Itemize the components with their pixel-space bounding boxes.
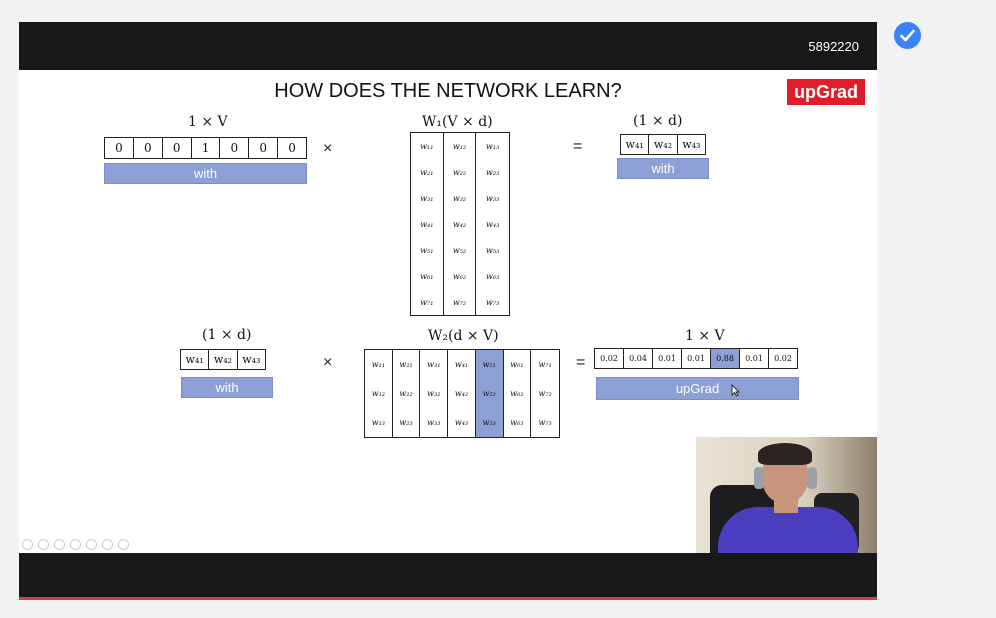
matrix-W2: w₁₁ w₂₁ w₃₁ w₄₁ w₅₁ w₆₁ w₇₁ w₁₂ w₂₂ w₃₂ w₄₂ w₅₂ w₆₂ w… [364, 349, 560, 438]
prob-cell: 0.04 [624, 349, 653, 368]
equals-symbol-top: = [573, 138, 583, 155]
more-icon[interactable] [118, 539, 129, 550]
softmax-output-vector: 0.02 0.04 0.01 0.01 0.88 0.01 0.02 [594, 348, 798, 369]
label-1xd-top: (1 × d) [633, 113, 683, 129]
matrix-cell: w₃₂ [444, 185, 477, 211]
times-symbol-bottom: × [323, 354, 333, 371]
matrix-cell: w₆₁ [411, 263, 444, 289]
matrix-cell: w₄₁ [411, 211, 444, 237]
prob-cell: 0.01 [653, 349, 682, 368]
hidden-cell: w₄₁ [181, 350, 210, 369]
matrix-cell: w₅₁ [475, 350, 504, 379]
matrix-cell: w₅₂ [475, 379, 504, 408]
checkmark-icon[interactable] [894, 22, 921, 49]
matrix-cell: w₃₁ [411, 185, 444, 211]
label-W2: W₂(d × V) [428, 328, 499, 344]
label-1xV-top: 1 × V [188, 114, 228, 130]
matrix-cell: w₂₂ [393, 379, 421, 408]
upgrad-logo: upGrad [787, 79, 865, 105]
matrix-cell: w₂₁ [393, 350, 421, 379]
matrix-cell: w₇₁ [538, 360, 552, 369]
label-W1: W₁(V × d) [422, 114, 493, 130]
matrix-cell: w₂₃ [486, 167, 500, 177]
matrix-cell: w₂₂ [444, 159, 477, 185]
matrix-cell: w₆₂ [444, 263, 477, 289]
matrix-cell: w₄₂ [448, 379, 476, 408]
onehot-cell: 0 [249, 138, 279, 158]
onehot-cell: 0 [105, 138, 134, 158]
mouse-cursor-icon [731, 384, 740, 397]
matrix-cell: w₁₂ [365, 379, 393, 408]
session-id: 5892220 [808, 39, 859, 54]
label-1xV-bottom: 1 × V [685, 328, 725, 344]
matrix-cell: w₅₃ [475, 408, 504, 437]
word-bar-top-right: with [617, 158, 709, 179]
onehot-cell: 0 [288, 141, 296, 155]
matrix-W1: w₁₁ w₁₂ w₁₃ w₂₁ w₂₂ w₂₃ w₃₁ w₃₂ w₃₃ w₄₁ w₄₂ w₄₃ w₅₁ w… [410, 132, 510, 316]
matrix-cell: w₃₃ [420, 408, 449, 437]
hidden-cell: w₄₃ [682, 138, 701, 151]
hidden-vector-top: w₄₁ w₄₂ w₄₃ [620, 134, 706, 155]
pen-icon[interactable] [54, 539, 65, 550]
word-bar-top-left: with [104, 163, 307, 184]
prob-cell: 0.02 [774, 354, 792, 363]
matrix-cell: w₄₂ [444, 211, 477, 237]
onehot-cell: 0 [220, 138, 250, 158]
matrix-cell: w₅₃ [486, 245, 500, 255]
times-symbol-top: × [323, 140, 333, 157]
word-bar-bottom-right: upGrad [596, 377, 799, 400]
onehot-cell: 0 [134, 138, 163, 158]
matrix-cell: w₃₃ [486, 193, 500, 203]
word-bar-bottom-left: with [181, 377, 273, 398]
prob-cell: 0.88 [711, 349, 740, 368]
prob-cell: 0.02 [595, 349, 624, 368]
matrix-cell: w₁₁ [411, 133, 444, 159]
hidden-vector-bottom: w₄₁ w₄₂ w₄₃ [180, 349, 266, 370]
player-top-bar: 5892220 [19, 22, 877, 70]
slides-icon[interactable] [102, 539, 113, 550]
matrix-cell: w₅₂ [444, 237, 477, 263]
hidden-cell: w₄₂ [649, 135, 678, 154]
player-bottom-bar [19, 553, 877, 597]
onehot-cell: 0 [163, 138, 192, 158]
matrix-cell: w₁₂ [444, 133, 477, 159]
matrix-cell: w₇₃ [538, 418, 552, 427]
slide-title: HOW DOES THE NETWORK LEARN? [274, 80, 622, 102]
hidden-cell: w₄₂ [209, 350, 238, 369]
playback-progress-bar[interactable] [19, 597, 877, 600]
presenter-webcam [696, 437, 877, 553]
equals-symbol-bottom: = [576, 354, 586, 371]
matrix-cell: w₄₃ [486, 219, 500, 229]
hidden-cell: w₄₃ [242, 353, 261, 366]
matrix-cell: w₃₁ [420, 350, 449, 379]
video-player[interactable]: 5892220 HOW DOES THE NETWORK LEARN? upGr… [19, 22, 877, 600]
prev-slide-icon[interactable] [22, 539, 33, 550]
matrix-cell: w₇₂ [444, 289, 477, 315]
label-1xd-bottom: (1 × d) [202, 327, 252, 343]
matrix-cell: w₄₃ [448, 408, 476, 437]
matrix-cell: w₁₁ [365, 350, 393, 379]
matrix-cell: w₄₁ [448, 350, 476, 379]
pointer-icon[interactable] [70, 539, 81, 550]
prob-cell: 0.01 [740, 349, 769, 368]
matrix-cell: w₇₃ [486, 297, 500, 307]
matrix-cell: w₆₃ [504, 408, 532, 437]
matrix-cell: w₆₃ [486, 271, 500, 281]
hidden-cell: w₄₁ [621, 135, 650, 154]
matrix-cell: w₂₁ [411, 159, 444, 185]
matrix-cell: w₆₁ [504, 350, 532, 379]
matrix-cell: w₇₁ [411, 289, 444, 315]
matrix-cell: w₂₃ [393, 408, 421, 437]
next-slide-icon[interactable] [38, 539, 49, 550]
matrix-cell: w₁₃ [365, 408, 393, 437]
onehot-cell: 1 [192, 138, 221, 158]
matrix-cell: w₁₃ [486, 141, 500, 151]
onehot-vector: 0001000 [104, 137, 307, 159]
zoom-icon[interactable] [86, 539, 97, 550]
matrix-cell: w₇₂ [538, 389, 552, 398]
matrix-cell: w₃₂ [420, 379, 449, 408]
prob-cell: 0.01 [682, 349, 711, 368]
matrix-cell: w₅₁ [411, 237, 444, 263]
matrix-cell: w₆₂ [504, 379, 532, 408]
